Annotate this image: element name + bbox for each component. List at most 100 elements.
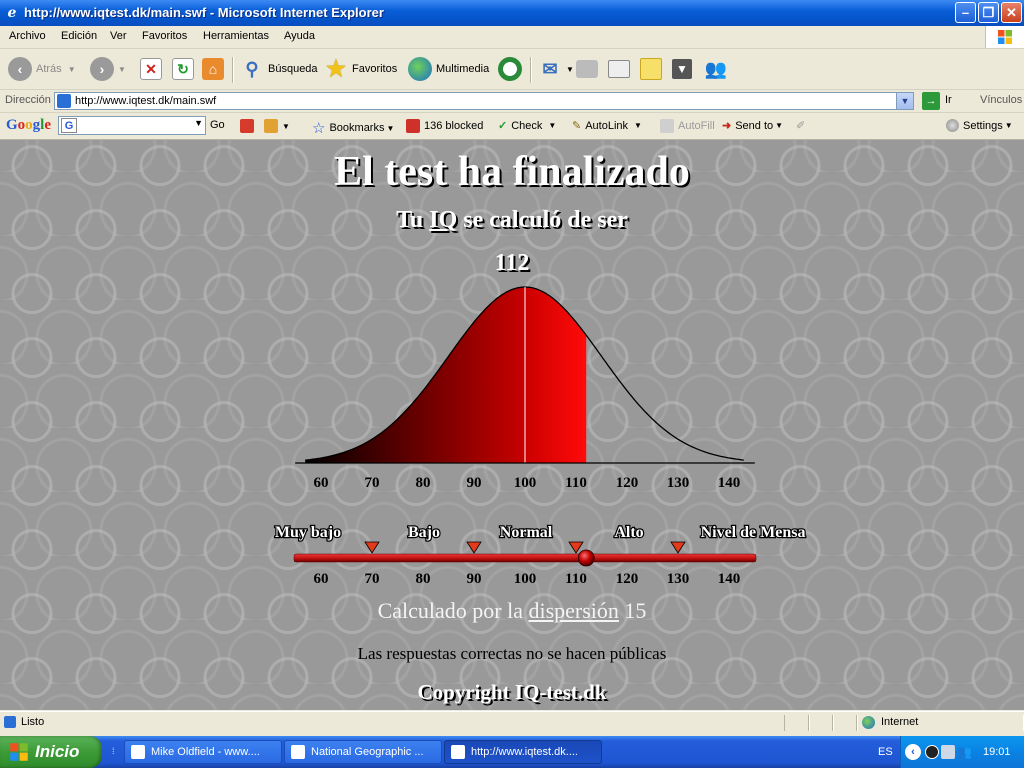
history-clock-icon bbox=[498, 57, 522, 81]
refresh-button[interactable]: ↻ bbox=[172, 55, 198, 83]
status-cell bbox=[784, 715, 810, 731]
answers-note: Las respuestas correctas no se hacen púb… bbox=[357, 644, 667, 663]
bookmarks-button[interactable]: ☆ Bookmarks ▼ bbox=[312, 119, 394, 137]
status-bar: Listo Internet bbox=[0, 711, 1024, 734]
curve-tick-label: 110 bbox=[565, 475, 587, 491]
curve-tick-label: 130 bbox=[667, 475, 690, 491]
system-tray: ‹ 👥 19:01 bbox=[900, 736, 1024, 768]
messenger-people-icon: 👥 bbox=[704, 59, 728, 79]
home-button[interactable]: ⌂ bbox=[202, 55, 228, 83]
google-search-input[interactable]: G ▼ bbox=[58, 116, 206, 135]
scale-tick-label: 120 bbox=[616, 571, 639, 587]
go-arrow-icon[interactable]: → bbox=[922, 92, 940, 110]
minimize-button[interactable]: – bbox=[955, 2, 976, 23]
favorites-label: Favoritos bbox=[352, 63, 398, 75]
task-label: Mike Oldfield - www.... bbox=[151, 746, 260, 758]
messenger-button[interactable]: 👥 bbox=[704, 55, 732, 83]
check-icon: ✓ bbox=[498, 120, 508, 132]
forward-dropdown-icon: ▼ bbox=[118, 64, 126, 74]
autofill-icon bbox=[660, 119, 674, 133]
network-icon[interactable] bbox=[941, 745, 955, 759]
language-indicator[interactable]: ES bbox=[878, 746, 893, 758]
scale-category-label: Normal bbox=[500, 524, 553, 541]
forward-button[interactable]: › ▼ bbox=[90, 55, 126, 83]
mail-icon: ✉ bbox=[542, 59, 558, 79]
scale-tick-label: 110 bbox=[565, 571, 587, 587]
taskbar-item-national-geographic[interactable]: National Geographic ... bbox=[284, 740, 442, 764]
scale-track[interactable] bbox=[293, 553, 757, 563]
page-icon bbox=[57, 94, 71, 108]
scale-tick-label: 80 bbox=[416, 571, 431, 587]
star-icon: ★ bbox=[326, 56, 346, 81]
settings-button[interactable]: Settings ▼ bbox=[946, 119, 1013, 132]
taskbar-item-mike-oldfield[interactable]: Mike Oldfield - www.... bbox=[124, 740, 282, 764]
google-search-dropdown-icon[interactable]: ▼ bbox=[194, 118, 203, 128]
settings-dropdown-icon: ▼ bbox=[1004, 121, 1013, 130]
check-label: Check bbox=[511, 119, 543, 132]
autolink-label: AutoLink bbox=[585, 119, 629, 132]
start-label: Inicio bbox=[35, 742, 80, 761]
taskbar-item-iqtest[interactable]: http://www.iqtest.dk.... bbox=[444, 740, 602, 764]
wand-icon: ✎ bbox=[572, 120, 582, 132]
printer-icon bbox=[576, 60, 598, 78]
links-button[interactable]: Vínculos bbox=[980, 94, 1022, 106]
menu-ver[interactable]: Ver bbox=[110, 30, 127, 42]
research-button[interactable]: ▼ bbox=[672, 55, 696, 83]
tray-expand-icon[interactable]: ‹ bbox=[905, 744, 921, 760]
score-marker-knob[interactable] bbox=[577, 549, 595, 567]
go-button[interactable]: Ir bbox=[945, 94, 952, 106]
curve-tick-label: 90 bbox=[467, 475, 482, 491]
edit-button[interactable] bbox=[608, 55, 634, 83]
autofill-label: AutoFill bbox=[678, 120, 715, 132]
highlight-icon[interactable]: ✐ bbox=[796, 119, 805, 132]
page-status-icon bbox=[4, 716, 16, 728]
title-bar: e http://www.iqtest.dk/main.swf - Micros… bbox=[0, 0, 1024, 26]
menu-ayuda[interactable]: Ayuda bbox=[284, 30, 315, 42]
messenger-tray-icon[interactable]: 👥 bbox=[957, 745, 972, 759]
send-arrow-icon: ➜ bbox=[722, 120, 732, 132]
curve-fill-to-score bbox=[525, 287, 587, 463]
history-button[interactable] bbox=[498, 55, 526, 83]
mail-button[interactable]: ✉ ▼ bbox=[538, 55, 573, 83]
autofill-button[interactable]: AutoFill bbox=[660, 119, 715, 133]
dispersion-note: Calculado por la dispersión 15 bbox=[0, 598, 1024, 624]
stop-button[interactable]: ✕ bbox=[140, 55, 166, 83]
scale-tick-label: 70 bbox=[365, 571, 380, 587]
menu-herramientas[interactable]: Herramientas bbox=[203, 30, 269, 42]
search-label: Búsqueda bbox=[268, 63, 318, 75]
popup-icon[interactable]: ▼ bbox=[264, 119, 290, 133]
dispersion-link[interactable]: dispersión bbox=[528, 598, 618, 623]
search-button[interactable]: ⚲ Búsqueda bbox=[240, 55, 318, 83]
page-rank-icon[interactable] bbox=[240, 119, 258, 133]
settings-icon bbox=[946, 119, 959, 132]
sendto-button[interactable]: ➜ Send to ▼ bbox=[722, 119, 783, 133]
close-button[interactable]: ✕ bbox=[1001, 2, 1022, 23]
address-input[interactable]: http://www.iqtest.dk/main.swf ▼ bbox=[54, 92, 914, 110]
back-arrow-icon: ‹ bbox=[8, 57, 32, 81]
spellcheck-button[interactable]: ✓ Check ▼ bbox=[498, 119, 556, 133]
popup-blocker-button[interactable]: 136 blocked bbox=[406, 119, 483, 133]
panda-icon[interactable] bbox=[925, 745, 939, 759]
menu-favoritos[interactable]: Favoritos bbox=[142, 30, 187, 42]
start-button[interactable]: Inicio bbox=[0, 736, 102, 768]
google-logo-letter: o bbox=[25, 117, 33, 133]
status-text: Listo bbox=[21, 716, 45, 728]
menu-archivo[interactable]: Archivo bbox=[9, 30, 46, 42]
print-button[interactable] bbox=[576, 55, 602, 83]
blocked-label: 136 blocked bbox=[424, 120, 484, 132]
multimedia-button[interactable]: Multimedia bbox=[408, 55, 489, 83]
back-button[interactable]: ‹ Atrás ▼ bbox=[8, 55, 76, 83]
google-go-button[interactable]: Go bbox=[210, 119, 225, 131]
favorites-button[interactable]: ★ Favoritos bbox=[324, 55, 397, 83]
discuss-button[interactable] bbox=[640, 55, 666, 83]
research-icon: ▼ bbox=[672, 59, 692, 79]
maximize-button[interactable]: ❐ bbox=[978, 2, 999, 23]
back-label: Atrás bbox=[36, 63, 62, 75]
autolink-button[interactable]: ✎ AutoLink ▼ bbox=[572, 119, 642, 133]
address-label: Dirección bbox=[5, 94, 51, 106]
address-dropdown-icon[interactable]: ▼ bbox=[896, 93, 913, 109]
menu-edicion[interactable]: Edición bbox=[61, 30, 97, 42]
internet-globe-icon bbox=[862, 716, 875, 729]
boundary-marker bbox=[466, 541, 482, 554]
quicklaunch-grip: ⁞ bbox=[112, 746, 115, 756]
